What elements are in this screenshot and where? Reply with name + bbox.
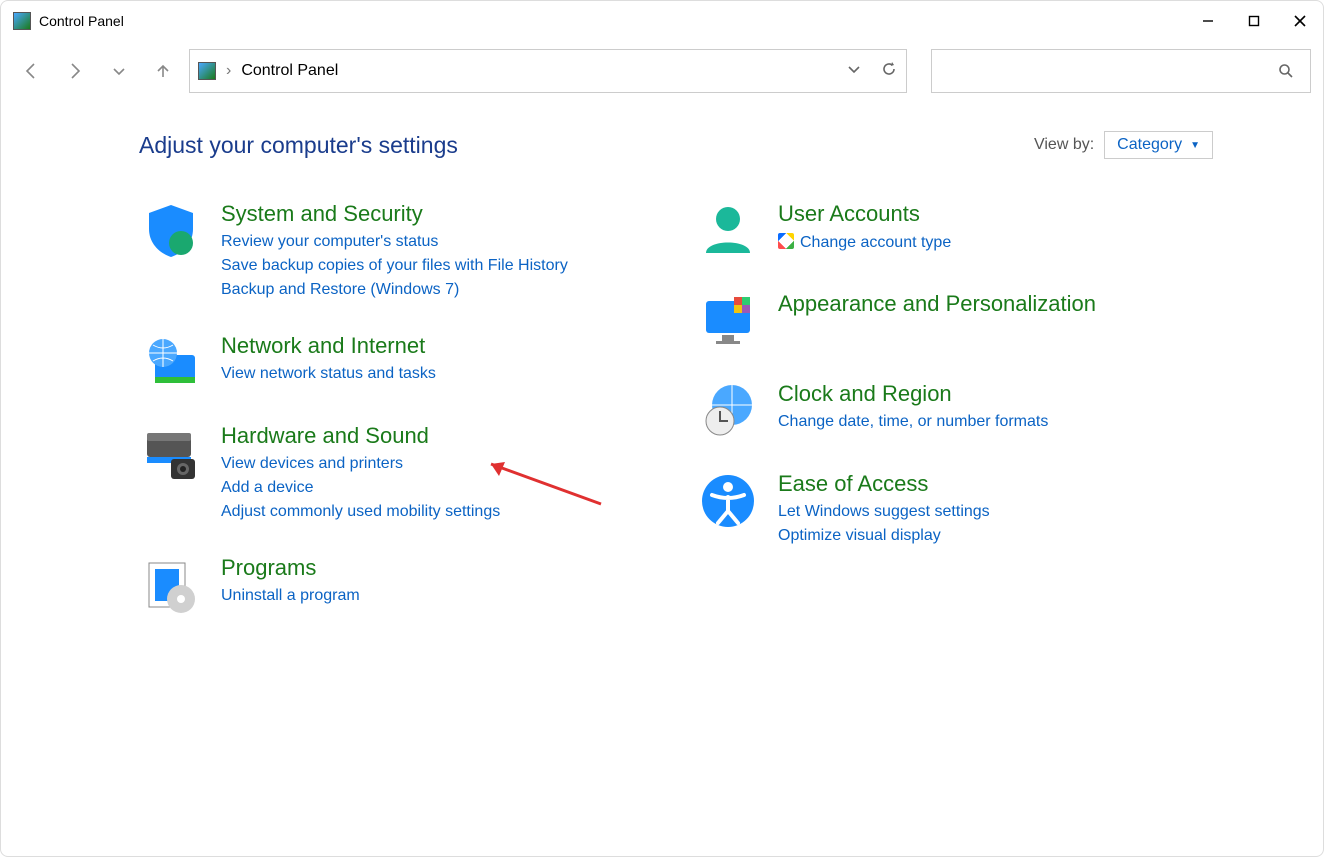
category-network-internet: Network and Internet View network status… (139, 331, 656, 395)
category-link[interactable]: Change date, time, or number formats (778, 413, 1048, 431)
category-link[interactable]: View network status and tasks (221, 365, 436, 383)
category-link[interactable]: Add a device (221, 479, 500, 497)
category-link[interactable]: Review your computer's status (221, 233, 568, 251)
breadcrumb-dropdown-icon[interactable] (846, 61, 862, 82)
control-panel-icon (198, 62, 216, 80)
search-input[interactable] (931, 49, 1311, 93)
control-panel-icon (13, 12, 31, 30)
monitor-icon (696, 289, 760, 353)
viewby-select[interactable]: Category ▼ (1104, 131, 1213, 159)
close-button[interactable] (1277, 1, 1323, 41)
category-title[interactable]: Programs (221, 555, 360, 581)
viewby-label: View by: (1034, 136, 1094, 154)
category-title[interactable]: Network and Internet (221, 333, 436, 359)
category-link[interactable]: Let Windows suggest settings (778, 503, 990, 521)
category-link[interactable]: Optimize visual display (778, 527, 990, 545)
category-link[interactable]: View devices and printers (221, 455, 500, 473)
category-link[interactable]: Change account type (778, 233, 951, 252)
category-link[interactable]: Uninstall a program (221, 587, 360, 605)
accessibility-icon (696, 469, 760, 533)
category-title[interactable]: Hardware and Sound (221, 423, 500, 449)
category-hardware-sound: Hardware and Sound View devices and prin… (139, 421, 656, 527)
category-title[interactable]: Clock and Region (778, 381, 1048, 407)
user-icon (696, 199, 760, 263)
titlebar: Control Panel (1, 1, 1323, 41)
minimize-button[interactable] (1185, 1, 1231, 41)
page-heading: Adjust your computer's settings (139, 132, 458, 159)
category-link[interactable]: Backup and Restore (Windows 7) (221, 281, 568, 299)
category-user-accounts: User Accounts Change account type (696, 199, 1213, 263)
category-link[interactable]: Adjust commonly used mobility settings (221, 503, 500, 521)
printer-camera-icon (139, 421, 203, 485)
programs-icon (139, 553, 203, 617)
category-programs: Programs Uninstall a program (139, 553, 656, 617)
category-ease-of-access: Ease of Access Let Windows suggest setti… (696, 469, 1213, 551)
category-appearance: Appearance and Personalization (696, 289, 1213, 353)
category-title[interactable]: User Accounts (778, 201, 951, 227)
category-title[interactable]: System and Security (221, 201, 568, 227)
viewby-value: Category (1117, 136, 1182, 154)
maximize-button[interactable] (1231, 1, 1277, 41)
history-dropdown[interactable] (101, 53, 137, 89)
category-clock-region: Clock and Region Change date, time, or n… (696, 379, 1213, 443)
search-icon (1278, 63, 1294, 79)
category-link[interactable]: Save backup copies of your files with Fi… (221, 257, 568, 275)
nav-row: › Control Panel (1, 41, 1323, 101)
shield-icon (139, 199, 203, 263)
chevron-down-icon: ▼ (1190, 140, 1200, 151)
address-bar[interactable]: › Control Panel (189, 49, 907, 93)
breadcrumb[interactable]: Control Panel (241, 62, 338, 80)
category-title[interactable]: Appearance and Personalization (778, 291, 1096, 317)
globe-monitor-icon (139, 331, 203, 395)
up-button[interactable] (145, 53, 181, 89)
clock-globe-icon (696, 379, 760, 443)
refresh-button[interactable] (880, 60, 898, 83)
category-system-security: System and Security Review your computer… (139, 199, 656, 305)
window-title: Control Panel (39, 13, 124, 29)
category-title[interactable]: Ease of Access (778, 471, 990, 497)
forward-button[interactable] (57, 53, 93, 89)
back-button[interactable] (13, 53, 49, 89)
